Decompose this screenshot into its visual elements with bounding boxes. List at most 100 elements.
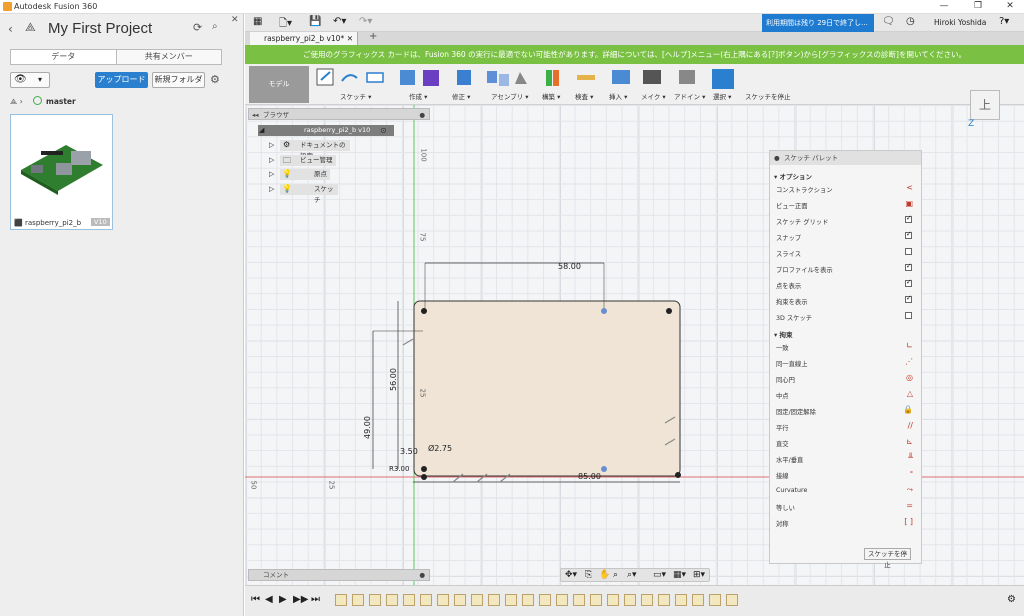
stop-sketch-button[interactable]: スケッチを停止: [864, 548, 911, 569]
constraint-item[interactable]: Curvature ⤳: [776, 485, 916, 494]
look-at-icon[interactable]: ⎘: [585, 570, 592, 580]
timeline-feature-icon[interactable]: [505, 594, 517, 606]
browser-root-item[interactable]: raspberry_pi2_b v10: [258, 125, 394, 136]
constraint-item[interactable]: 中点 △: [776, 389, 916, 400]
constraint-item[interactable]: 等しい =: [776, 501, 916, 512]
palette-option[interactable]: 3D スケッチ: [776, 312, 916, 322]
timeline-feature-icon[interactable]: [556, 594, 568, 606]
back-chevron-icon[interactable]: ‹: [8, 22, 13, 36]
constraint-item[interactable]: 固定/固定解除 🔒: [776, 405, 916, 416]
timeline-feature-icon[interactable]: [607, 594, 619, 606]
timeline-feature-icon[interactable]: [471, 594, 483, 606]
palette-option[interactable]: コンストラクション <: [776, 183, 916, 194]
timeline-feature-icon[interactable]: [488, 594, 500, 606]
file-thumbnail[interactable]: ⬛ raspberry_pi2_b V10: [10, 114, 113, 230]
constraint-item[interactable]: 対称 [ ]: [776, 517, 916, 528]
timeline-feature-icon[interactable]: [590, 594, 602, 606]
option-checkbox[interactable]: [905, 294, 912, 303]
gear-icon[interactable]: ⚙: [210, 73, 220, 86]
constraint-item[interactable]: 接線 ᐤ: [776, 469, 916, 480]
lightbulb-on-icon[interactable]: 💡: [282, 184, 292, 193]
ribbon-stop-sketch[interactable]: スケッチを停止: [745, 91, 791, 101]
history-icon[interactable]: ◷: [906, 16, 915, 27]
activate-radio-icon[interactable]: ⊙: [380, 126, 387, 135]
timeline-feature-icon[interactable]: [437, 594, 449, 606]
ribbon-addins[interactable]: アドイン ▾: [674, 91, 705, 101]
timeline-feature-icon[interactable]: [726, 594, 738, 606]
dim-length-85[interactable]: 85.00: [578, 472, 601, 481]
dim-height-56[interactable]: 56.00: [389, 368, 398, 391]
palette-option[interactable]: スライス: [776, 248, 916, 258]
step-forward-icon[interactable]: ▶▶: [293, 594, 308, 605]
ribbon-select[interactable]: 選択 ▾: [713, 91, 731, 101]
notifications-icon[interactable]: 🗨: [882, 16, 895, 27]
go-to-start-icon[interactable]: ⏮: [251, 594, 260, 605]
browser-item-doc-settings[interactable]: ドキュメントの設定: [280, 140, 350, 160]
expand-icon[interactable]: ▷: [269, 185, 274, 193]
timeline-feature-icon[interactable]: [624, 594, 636, 606]
option-checkbox[interactable]: [905, 312, 912, 319]
timeline-feature-icon[interactable]: [573, 594, 585, 606]
view-toggle[interactable]: 👁 ▾: [10, 72, 50, 88]
timeline-feature-icon[interactable]: [539, 594, 551, 606]
close-tab-icon[interactable]: ✕: [347, 32, 353, 45]
restore-icon[interactable]: ❐: [968, 1, 988, 11]
expand-icon[interactable]: ▷: [269, 156, 274, 164]
timeline-feature-icon[interactable]: [352, 594, 364, 606]
new-tab-icon[interactable]: +: [369, 31, 377, 42]
zoom-icon[interactable]: ⌕: [613, 570, 618, 580]
user-name[interactable]: Hiroki Yoshida: [934, 18, 986, 27]
timeline-feature-icon[interactable]: [386, 594, 398, 606]
palette-pin-icon[interactable]: ●: [774, 151, 780, 165]
dim-height-49[interactable]: 49.00: [363, 416, 372, 439]
timeline-feature-icon[interactable]: [692, 594, 704, 606]
dim-offset-3-5[interactable]: 3.50: [400, 447, 418, 456]
ribbon-create[interactable]: 作成 ▾: [409, 91, 427, 101]
play-icon[interactable]: ▶: [279, 594, 287, 605]
ribbon-assemble[interactable]: アセンブリ ▾: [491, 91, 529, 101]
options-header[interactable]: ▾ オプション: [774, 171, 812, 181]
tab-members[interactable]: 共有メンバー: [115, 50, 221, 64]
expand-icon[interactable]: ▷: [269, 170, 274, 178]
upload-button[interactable]: アップロード: [95, 72, 148, 88]
grid-settings-icon[interactable]: ▦▾: [673, 570, 686, 580]
minimize-icon[interactable]: —: [934, 1, 954, 11]
sketch-palette-header[interactable]: ● スケッチ パレット: [770, 151, 921, 165]
timeline-feature-icon[interactable]: [335, 594, 347, 606]
document-tab[interactable]: raspberry_pi2_b v10* ✕: [250, 32, 358, 45]
view-cube[interactable]: 上: [970, 90, 1000, 120]
browser-panel-header[interactable]: ◂◂ ブラウザ ●: [248, 108, 430, 120]
save-icon[interactable]: 💾: [309, 16, 321, 27]
constraints-header[interactable]: ▾ 拘束: [774, 329, 793, 339]
ribbon-modify[interactable]: 修正 ▾: [452, 91, 470, 101]
collapse-icon[interactable]: ◂◂: [252, 109, 259, 121]
go-to-end-icon[interactable]: ⏭: [311, 594, 320, 605]
step-back-icon[interactable]: ◀: [265, 594, 273, 605]
timeline-feature-icon[interactable]: [369, 594, 381, 606]
constraint-item[interactable]: 同一直線上 ⋰: [776, 357, 916, 368]
refresh-icon[interactable]: ⟳: [193, 21, 202, 34]
tab-data[interactable]: データ: [11, 50, 116, 64]
dim-radius[interactable]: R3.00: [389, 465, 409, 473]
option-checkbox[interactable]: [905, 278, 912, 287]
ribbon-inspect[interactable]: 検査 ▾: [575, 91, 593, 101]
palette-option[interactable]: スナップ: [776, 230, 916, 242]
pin-icon[interactable]: ●: [419, 109, 425, 121]
search-icon[interactable]: ⌕: [212, 21, 218, 32]
comment-pin-icon[interactable]: ●: [419, 570, 425, 581]
timeline-feature-icon[interactable]: [522, 594, 534, 606]
dim-hole-diameter[interactable]: Ø2.75: [428, 444, 452, 453]
undo-icon[interactable]: ↶▾: [333, 16, 346, 27]
palette-option[interactable]: 点を表示: [776, 278, 916, 290]
redo-icon[interactable]: ↷▾: [359, 16, 372, 27]
constraint-item[interactable]: 直交 ⊾: [776, 437, 916, 448]
ribbon-insert[interactable]: 挿入 ▾: [609, 91, 627, 101]
option-icon[interactable]: ▣: [905, 199, 913, 208]
display-settings-icon[interactable]: ▭▾: [653, 570, 666, 580]
help-icon[interactable]: ?▾: [999, 16, 1009, 27]
expand-root-icon[interactable]: ◢: [259, 126, 264, 134]
comment-panel[interactable]: コメント ●: [248, 569, 430, 581]
option-checkbox[interactable]: [905, 262, 912, 271]
lightbulb-icon[interactable]: 💡: [282, 169, 292, 178]
option-checkbox[interactable]: [905, 248, 912, 255]
